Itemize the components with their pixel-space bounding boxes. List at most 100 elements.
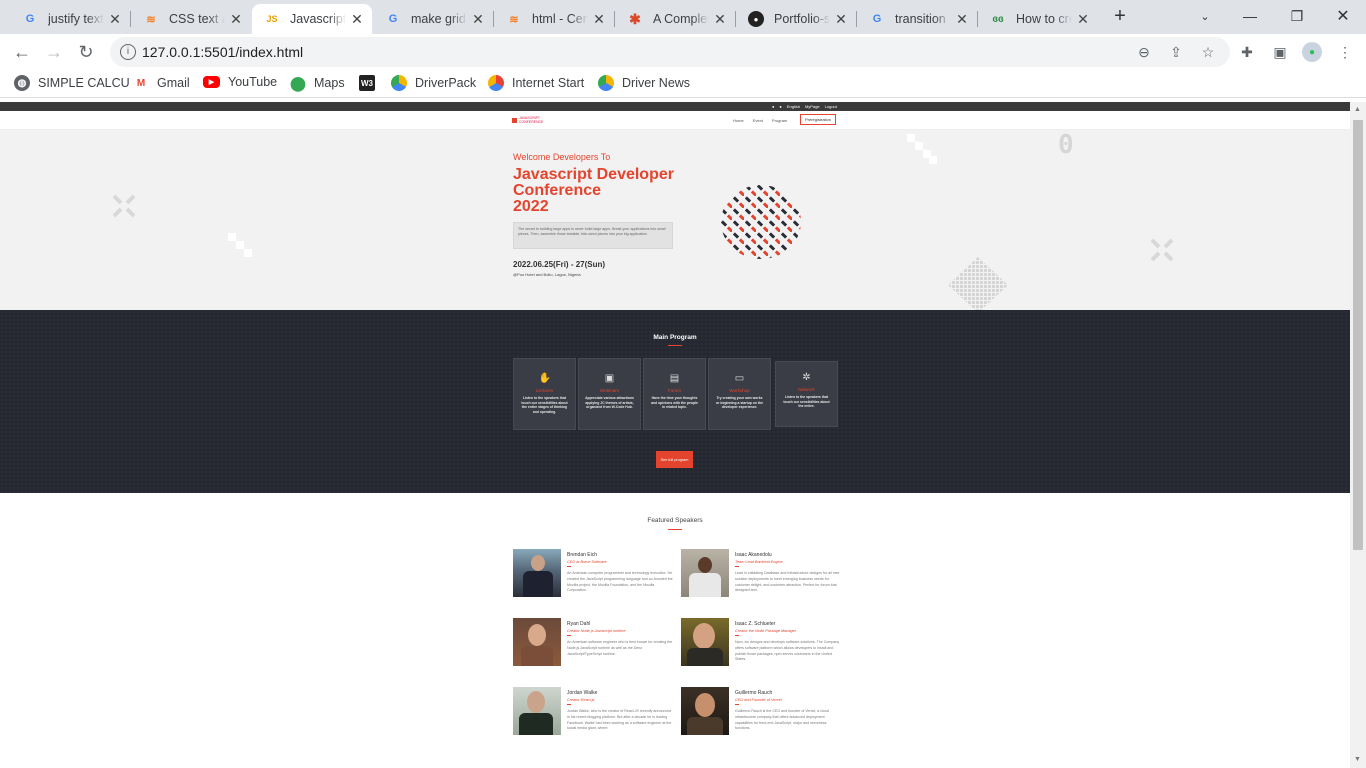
close-icon[interactable]: ✕: [471, 11, 485, 28]
tab-7[interactable]: ● Portfolio-s ✕: [736, 4, 856, 34]
zoom-icon[interactable]: ⊖: [1134, 42, 1154, 62]
program-card-network[interactable]: ✲ Network Listen to the speakers that to…: [775, 361, 838, 427]
program-card-workshop[interactable]: ▭ Workshop Try creating your own works o…: [708, 358, 771, 430]
tab-search-button[interactable]: ⌄: [1190, 4, 1220, 28]
site-logo[interactable]: JAVASCRIPT CONFERENCE: [512, 116, 544, 124]
google-icon: G: [25, 13, 35, 25]
maximize-button[interactable]: ❐: [1282, 4, 1312, 28]
bookmark-driverpack[interactable]: DriverPack: [391, 75, 476, 91]
speaker-role: Creator React.js: [567, 698, 595, 702]
menu-icon[interactable]: ⋮: [1335, 42, 1355, 62]
hero-section: Welcome Developers To Javascript Develop…: [0, 130, 1350, 313]
close-icon[interactable]: ✕: [229, 11, 243, 28]
close-icon[interactable]: ✕: [713, 11, 727, 28]
bookmark-youtube[interactable]: ▶ YouTube: [203, 75, 277, 89]
internet-start-icon: [488, 75, 504, 91]
close-icon[interactable]: ✕: [1076, 11, 1090, 28]
chat-icon: ▣: [604, 373, 615, 384]
speaker-role-bar: [567, 635, 571, 636]
hero-description: The secret to building large apps is nev…: [513, 222, 673, 249]
close-icon[interactable]: ✕: [350, 11, 364, 28]
scroll-up-icon[interactable]: ▲: [1354, 106, 1362, 114]
tab-3[interactable]: JS Javascript ✕: [252, 4, 372, 34]
program-card-forum[interactable]: ▤ Forum Have the time your thoughts and …: [643, 358, 706, 430]
tab-title: CSS text ali: [169, 12, 225, 26]
tab-5[interactable]: ≋ html - Cen ✕: [494, 4, 614, 34]
tab-4[interactable]: G make grid ✕: [373, 4, 493, 34]
gmail-icon: M: [136, 77, 146, 89]
globe-icon: ◍: [14, 75, 30, 91]
tab-2[interactable]: ≋ CSS text ali ✕: [131, 4, 251, 34]
side-panel-icon[interactable]: ▣: [1270, 42, 1290, 62]
bookmark-w3[interactable]: W3: [359, 75, 383, 91]
driverpack-icon: [391, 75, 407, 91]
tab-9[interactable]: ɞɞ How to cre ✕: [978, 4, 1098, 34]
facebook-icon[interactable]: ●: [772, 104, 774, 109]
tab-strip: G justify text ✕ ≋ CSS text ali ✕ JS Jav…: [0, 0, 1366, 34]
scrollbar-thumb[interactable]: [1353, 120, 1363, 550]
close-icon[interactable]: ✕: [592, 11, 606, 28]
bookmark-label: Maps: [314, 76, 345, 90]
bookmark-simple-calcu[interactable]: ◍ SIMPLE CALCU: [14, 75, 130, 91]
language-link[interactable]: English: [787, 104, 800, 109]
reload-button[interactable]: ↻: [73, 39, 99, 65]
bookmark-star-icon[interactable]: ☆: [1198, 42, 1218, 62]
speaker-photo: [513, 687, 561, 735]
minimize-button[interactable]: —: [1235, 4, 1265, 28]
stackoverflow-icon: ≋: [509, 13, 519, 26]
close-icon[interactable]: ✕: [955, 11, 969, 28]
tab-title: transition: [895, 12, 946, 26]
logout-link[interactable]: Logout: [825, 104, 837, 109]
speaker-role-bar: [735, 566, 739, 567]
tab-1[interactable]: G justify text ✕: [10, 4, 130, 34]
forward-button[interactable]: →: [41, 39, 67, 65]
preregistration-button[interactable]: Preregistration: [800, 114, 836, 125]
mypage-link[interactable]: MyPage: [805, 104, 820, 109]
profile-avatar[interactable]: ●: [1302, 42, 1322, 62]
google-icon: G: [388, 13, 398, 25]
bookmark-maps[interactable]: ⬤ Maps: [290, 75, 345, 91]
info-icon[interactable]: i: [120, 44, 136, 60]
url-text[interactable]: 127.0.0.1:5501/index.html: [142, 44, 303, 60]
page-scrollbar[interactable]: ▲ ▼: [1350, 102, 1366, 768]
hero-title: Javascript Developer Conference 2022: [513, 167, 713, 215]
speaker-bio: An American software engineer who is bes…: [567, 640, 673, 656]
speaker-card: Isaac Akanedolu Team Lead Backend Engine…: [681, 549, 841, 599]
step-squares-icon: [907, 134, 937, 164]
new-tab-button[interactable]: +: [1105, 4, 1135, 28]
bookmarks-bar: ◍ SIMPLE CALCU M Gmail ▶ YouTube ⬤ Maps …: [0, 70, 1366, 98]
share-icon[interactable]: ⇪: [1166, 42, 1186, 62]
bookmark-gmail[interactable]: M Gmail: [133, 75, 190, 91]
step-squares-icon: [228, 233, 252, 257]
js-icon: JS: [266, 14, 278, 24]
speaker-role-bar: [567, 566, 571, 567]
speaker-photo: [513, 618, 561, 666]
program-card-webinars[interactable]: ▣ Webinars Appreciate various attraction…: [578, 358, 641, 430]
speaker-role: Team Lead Backend Engine: [735, 560, 783, 564]
menu-event[interactable]: Event: [753, 118, 763, 123]
bookmark-internet-start[interactable]: Internet Start: [488, 75, 584, 91]
hero-pattern-circle-icon: [721, 185, 801, 259]
hero-venue: @Poo Hotel and Bolto, Lagos, Nigeria: [513, 272, 581, 277]
gfg-icon: ɞɞ: [992, 13, 1004, 25]
scroll-down-icon[interactable]: ▼: [1354, 756, 1362, 764]
menu-home[interactable]: Home: [733, 118, 744, 123]
tab-title: A Complet: [653, 12, 709, 26]
program-card-lectures[interactable]: ✋ Lectures Listen to the speakers that t…: [513, 358, 576, 430]
bookmark-label: YouTube: [228, 75, 278, 89]
back-button[interactable]: ←: [9, 39, 35, 65]
extensions-icon[interactable]: ✚: [1237, 42, 1257, 62]
close-icon[interactable]: ✕: [108, 11, 122, 28]
bookmark-driver-news[interactable]: Driver News: [598, 75, 690, 91]
address-bar[interactable]: i 127.0.0.1:5501/index.html ⊖ ⇪ ☆: [110, 37, 1230, 67]
tab-8[interactable]: G transition ✕: [857, 4, 977, 34]
close-window-button[interactable]: ✕: [1328, 4, 1358, 28]
tab-6[interactable]: ✱ A Complet ✕: [615, 4, 735, 34]
speaker-name: Guillermo Rauch: [735, 690, 773, 696]
twitter-icon[interactable]: ●: [779, 104, 781, 109]
speaker-card: Jordan Walke Creator React.js Jordan Wal…: [513, 687, 673, 737]
speaker-role-bar: [567, 704, 571, 705]
close-icon[interactable]: ✕: [834, 11, 848, 28]
full-program-button[interactable]: See full program: [656, 451, 693, 468]
menu-program[interactable]: Program: [772, 118, 787, 123]
